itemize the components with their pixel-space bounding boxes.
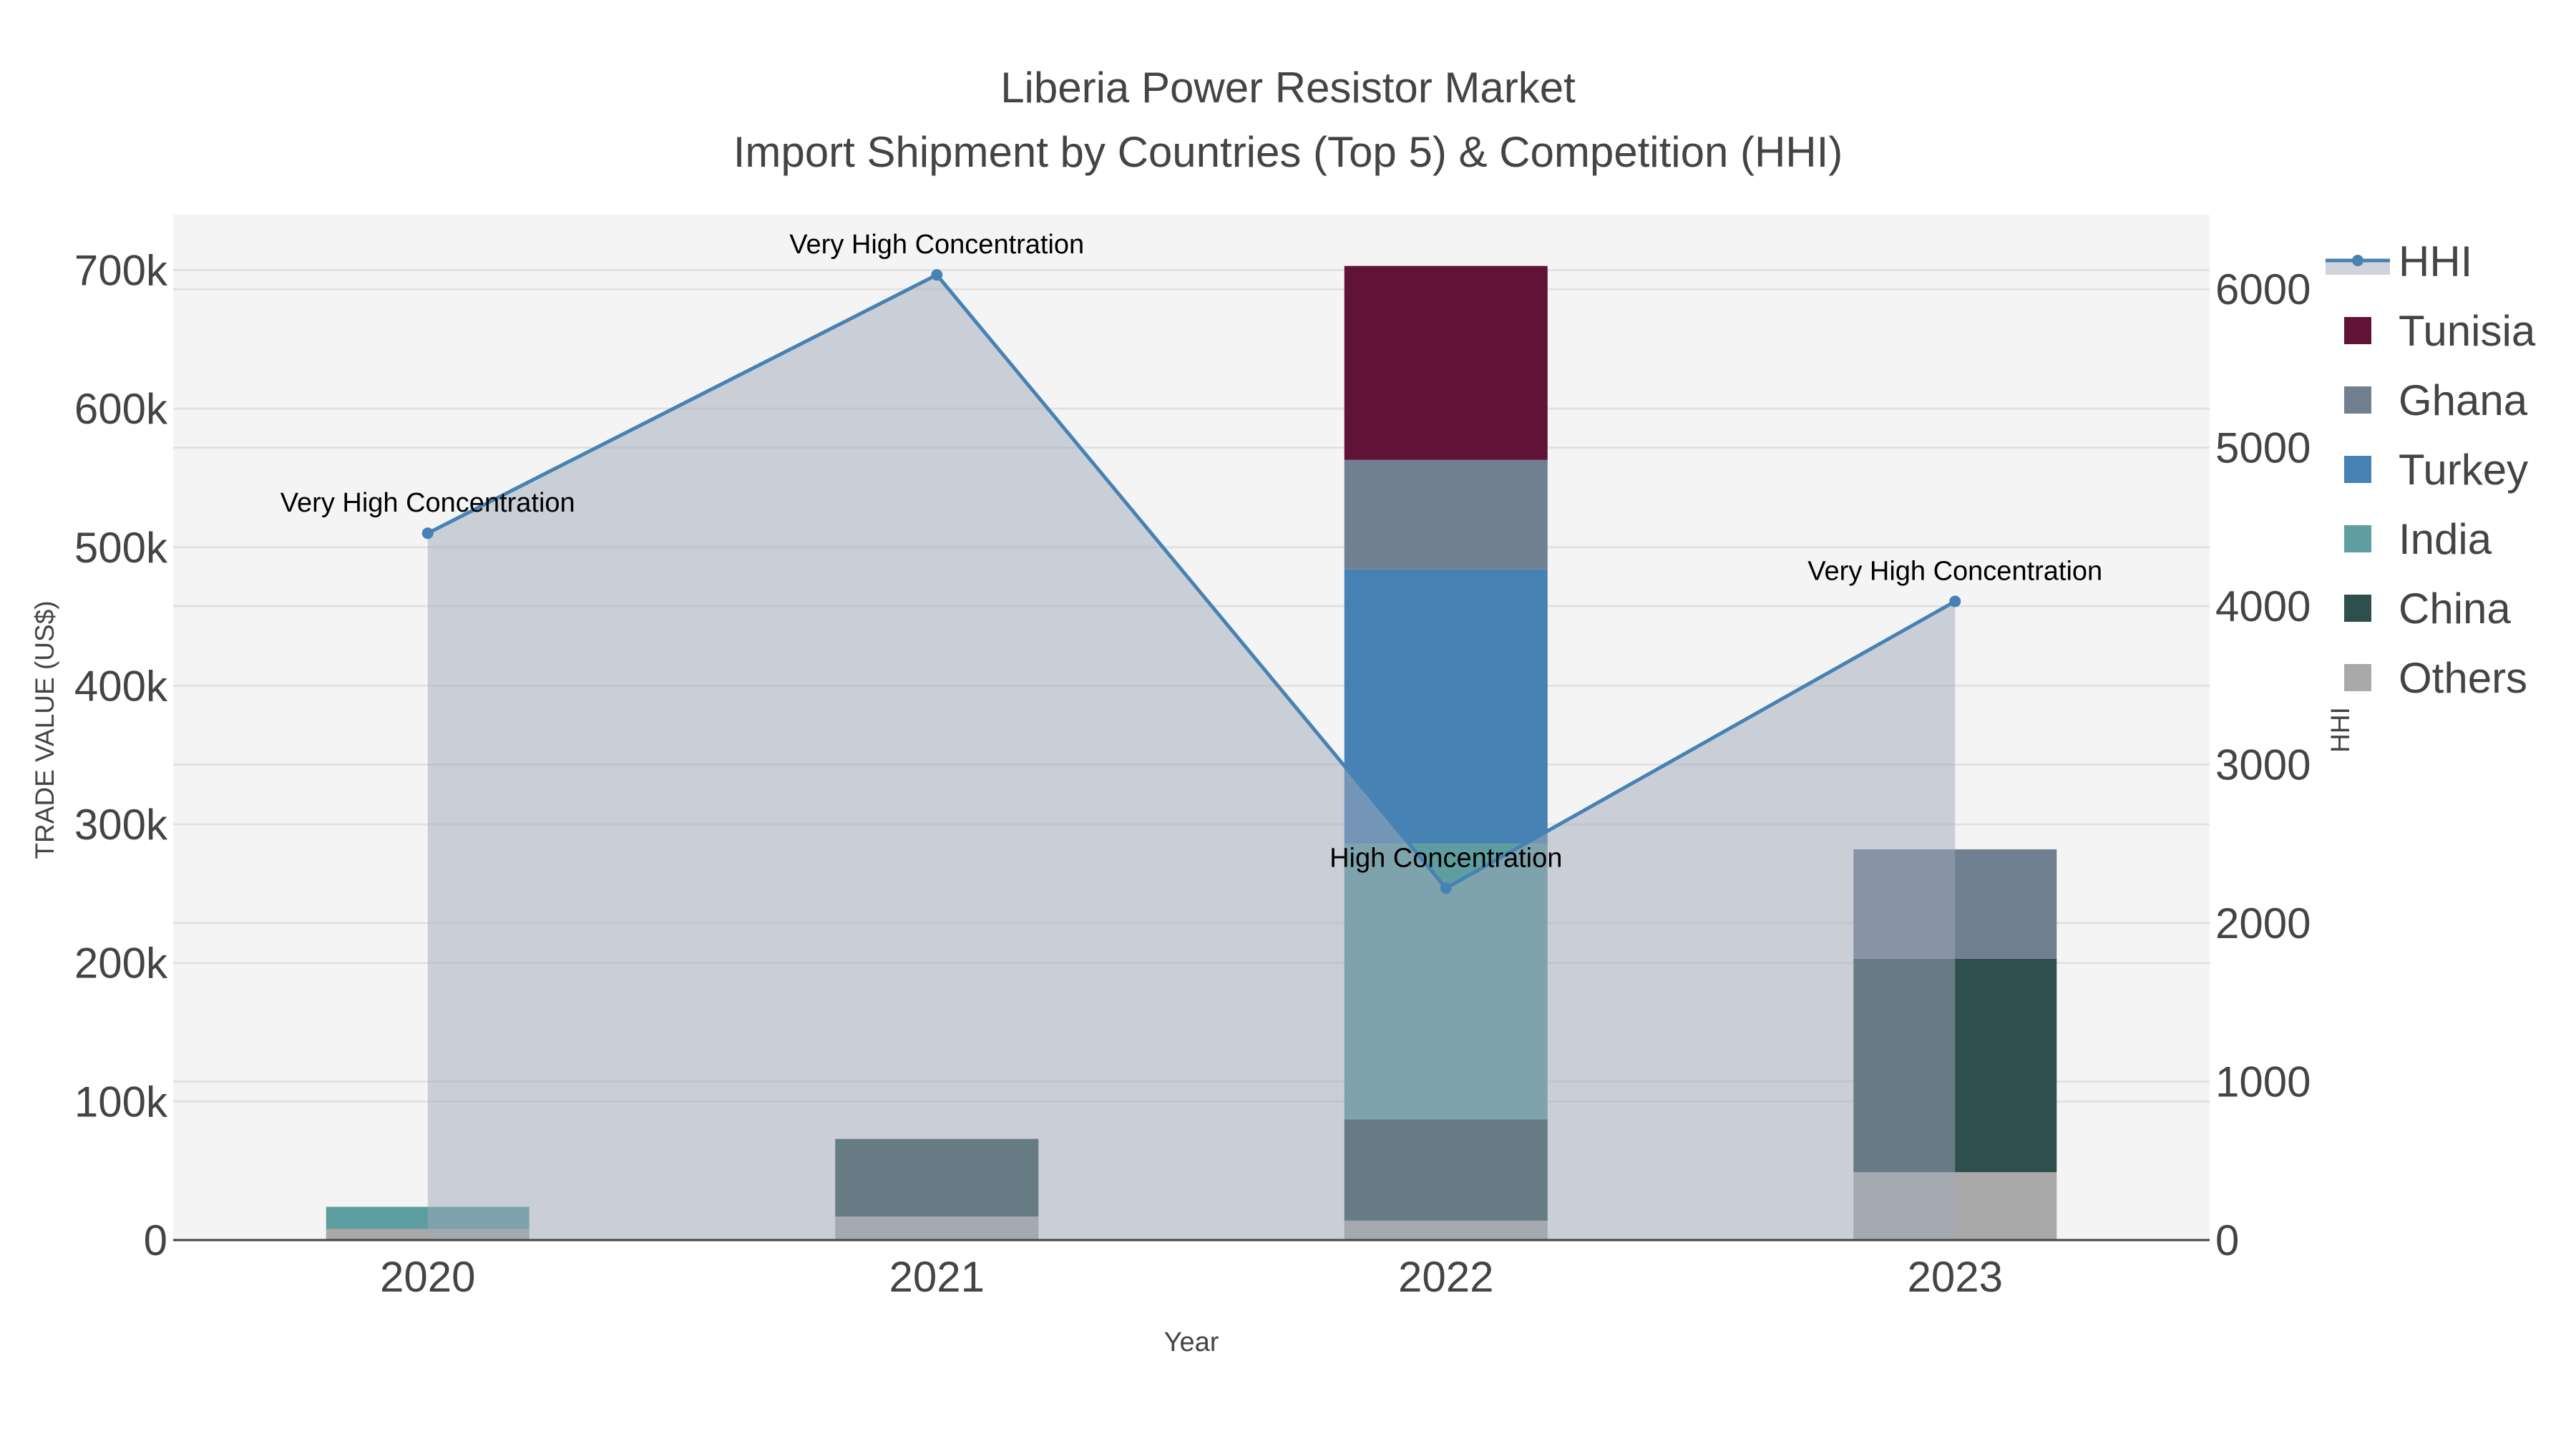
- legend-swatch-india: [2344, 525, 2371, 552]
- x-axis-title: Year: [1164, 1327, 1219, 1357]
- hhi-point-2022: [1440, 882, 1452, 894]
- y-tick-label: 200k: [74, 940, 168, 987]
- hhi-annotation: Very High Concentration: [1807, 556, 2102, 586]
- y2-tick-label: 1000: [2215, 1058, 2311, 1106]
- y2-tick-label: 3000: [2215, 741, 2311, 789]
- bar-tunisia-2022: [1344, 265, 1548, 460]
- x-tick-label: 2023: [1908, 1253, 2003, 1301]
- y-tick-label: 300k: [74, 801, 168, 849]
- y-tick-label: 0: [144, 1216, 167, 1264]
- legend-label: India: [2399, 515, 2492, 563]
- y-axis-title: TRADE VALUE (US$): [30, 600, 59, 859]
- legend-swatch-china: [2344, 595, 2371, 622]
- y-tick-label: 400k: [74, 662, 168, 710]
- legend-label: Turkey: [2399, 446, 2528, 494]
- y2-tick-label: 5000: [2215, 424, 2311, 472]
- chart-title: Liberia Power Resistor Market: [1000, 64, 1576, 112]
- legend-swatch-ghana: [2344, 386, 2371, 414]
- y2-axis-title: HHI: [2326, 707, 2355, 753]
- y2-tick-label: 4000: [2215, 582, 2311, 630]
- hhi-point-2021: [931, 269, 943, 281]
- legend-label: Others: [2399, 654, 2527, 702]
- y2-tick-label: 0: [2215, 1216, 2239, 1264]
- legend-hhi-marker: [2352, 255, 2363, 266]
- legend-label: Tunisia: [2399, 307, 2536, 355]
- y-tick-label: 600k: [74, 385, 168, 433]
- hhi-import-chart: Very High Concentration Very High Concent…: [0, 0, 2576, 1449]
- y-tick-label: 100k: [74, 1078, 168, 1126]
- legend-label: China: [2399, 585, 2511, 633]
- x-tick-label: 2021: [889, 1253, 985, 1301]
- legend-label: Ghana: [2399, 376, 2528, 424]
- hhi-point-2020: [421, 527, 434, 540]
- legend-label: HHI: [2399, 238, 2472, 286]
- legend-swatch-tunisia: [2344, 317, 2371, 344]
- legend-swatch-turkey: [2344, 456, 2371, 483]
- hhi-annotation: High Concentration: [1330, 843, 1562, 873]
- y-tick-label: 700k: [74, 246, 168, 294]
- hhi-annotation: Very High Concentration: [280, 488, 575, 518]
- legend-swatch-others: [2344, 664, 2371, 691]
- x-tick-label: 2022: [1398, 1253, 1493, 1301]
- y2-tick-label: 2000: [2215, 899, 2311, 947]
- chart-subtitle: Import Shipment by Countries (Top 5) & C…: [733, 128, 1843, 176]
- x-tick-label: 2020: [380, 1253, 475, 1301]
- hhi-point-2023: [1949, 595, 1961, 608]
- y2-tick-label: 6000: [2215, 265, 2311, 313]
- hhi-annotation: Very High Concentration: [789, 230, 1084, 260]
- bar-ghana-2022: [1344, 459, 1548, 570]
- y-tick-label: 500k: [74, 524, 168, 572]
